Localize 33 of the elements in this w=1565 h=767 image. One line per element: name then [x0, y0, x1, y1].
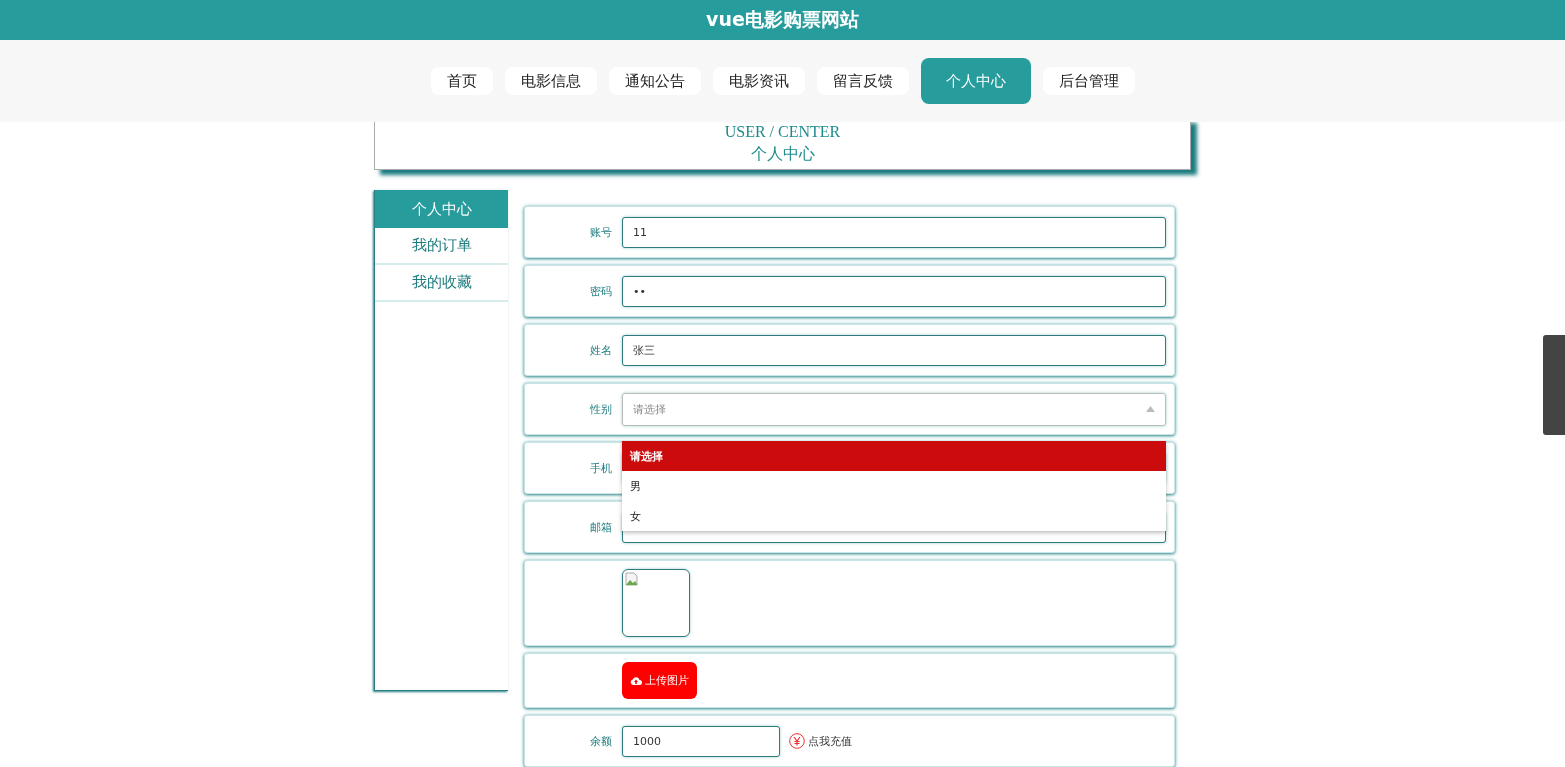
broken-image-icon: [625, 572, 639, 586]
field-label: 余额: [589, 733, 613, 749]
recharge-link[interactable]: 点我充值: [808, 733, 852, 749]
field-label: 手机: [589, 460, 613, 476]
dropdown-option[interactable]: 请选择: [622, 441, 1166, 471]
field-label: 姓名: [589, 342, 613, 358]
cloud-upload-icon: [630, 675, 642, 686]
site-title: vue电影购票网站: [706, 7, 859, 32]
dropdown-option[interactable]: 女: [622, 501, 1166, 531]
input-field[interactable]: 11: [622, 216, 1166, 248]
nav-tab[interactable]: 电影信息: [504, 67, 597, 95]
yen-icon: [789, 733, 805, 749]
section-title: 个人中心: [750, 143, 815, 164]
field-label: 邮箱: [589, 519, 613, 535]
sidebar-item[interactable]: 我的订单: [375, 228, 508, 265]
input-field[interactable]: ••: [622, 275, 1166, 307]
nav-tab[interactable]: 电影资讯: [712, 67, 805, 95]
sidebar-item[interactable]: 我的收藏: [375, 265, 508, 302]
dropdown-option[interactable]: 男: [622, 471, 1166, 501]
field-label: 账号: [589, 224, 613, 240]
input-field[interactable]: 1000: [622, 725, 780, 757]
nav-tab[interactable]: 后台管理: [1042, 67, 1135, 95]
select-field[interactable]: 请选择: [622, 392, 1166, 426]
input-field[interactable]: 张三: [622, 334, 1166, 366]
nav-tab[interactable]: 留言反馈: [816, 67, 909, 95]
caret-icon: [1146, 406, 1155, 412]
section-title-en: USER / CENTER: [724, 122, 841, 141]
nav-tab[interactable]: 首页: [430, 67, 493, 95]
upload-button[interactable]: 上传图片: [622, 662, 697, 699]
side-panel-tab[interactable]: [1543, 335, 1565, 435]
field-label: 性别: [589, 401, 613, 417]
nav-tab[interactable]: 通知公告: [608, 67, 701, 95]
field-label: 密码: [589, 283, 613, 299]
